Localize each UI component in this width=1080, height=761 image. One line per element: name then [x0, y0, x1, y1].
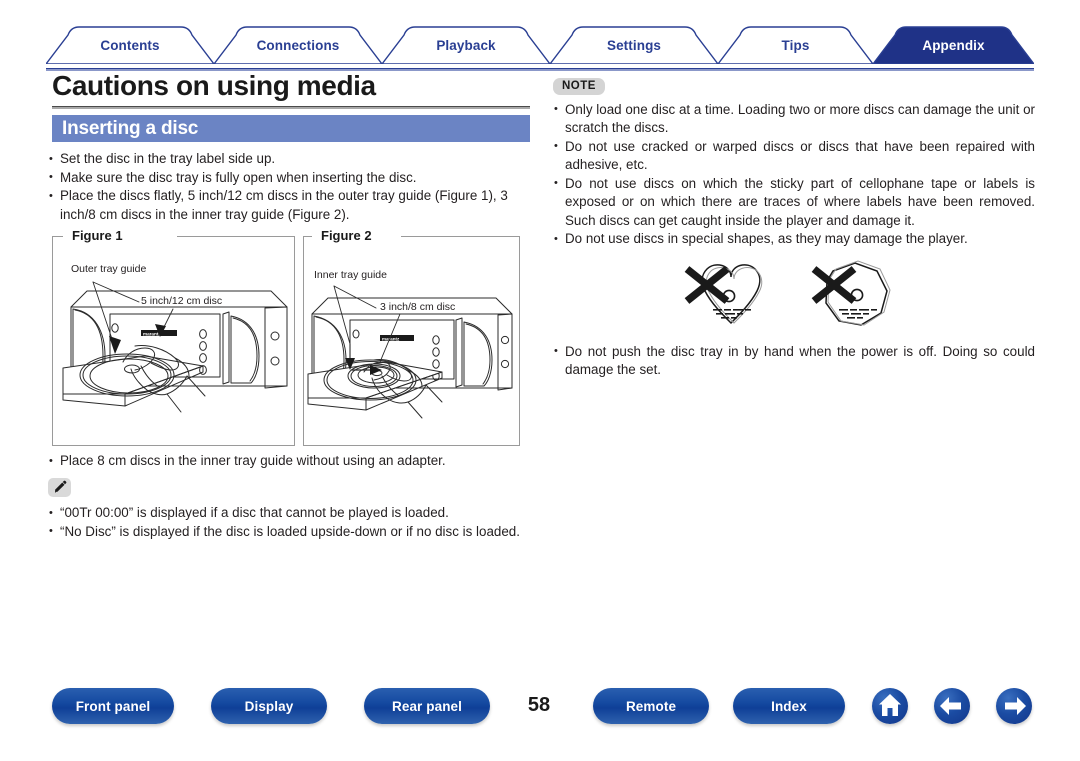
tip-bullet-list: “00Tr 00:00” is displayed if a disc that…: [48, 504, 534, 541]
octagon-shaped-disc: [825, 259, 891, 326]
nav-arrow-right-button[interactable]: [996, 688, 1032, 724]
intro-bullet: Set the disc in the tray label side up.: [48, 150, 534, 169]
nav-button-label: Rear panel: [391, 698, 463, 714]
tab-appendix[interactable]: Appendix: [873, 26, 1034, 64]
below-figures-block: Place 8 cm discs in the inner tray guide…: [48, 452, 534, 541]
tab-label: Settings: [606, 37, 662, 53]
figure-2-illustration: marantz Inner tray guide 3 inch/8 cm dis…: [307, 269, 513, 419]
tip-bullet: “No Disc” is displayed if the disc is lo…: [48, 522, 534, 542]
after-figure-bullet-list: Place 8 cm discs in the inner tray guide…: [48, 452, 534, 471]
section-title: Inserting a disc: [62, 117, 199, 139]
tab-contents[interactable]: Contents: [46, 26, 214, 64]
tab-connections[interactable]: Connections: [214, 26, 382, 64]
nav-button-remote[interactable]: Remote: [593, 688, 709, 724]
nav-button-label: Index: [771, 698, 807, 714]
svg-text:marantz: marantz: [382, 336, 400, 341]
tab-label: Connections: [256, 37, 340, 53]
intro-bullet-list: Set the disc in the tray label side up.M…: [48, 150, 534, 224]
tab-label: Playback: [436, 37, 496, 53]
figure-1-callout-disc: 5 inch/12 cm disc: [141, 295, 222, 307]
note-badge: NOTE: [553, 77, 605, 95]
tip-bullet: “00Tr 00:00” is displayed if a disc that…: [48, 504, 534, 523]
forbidden-disc-shapes: [684, 259, 891, 326]
figure-2-callout-guide: Inner tray guide: [314, 269, 387, 281]
after-figure-bullet: Place 8 cm discs in the inner tray guide…: [48, 452, 534, 471]
nav-button-display[interactable]: Display: [211, 688, 327, 724]
intro-bullet: Make sure the disc tray is fully open wh…: [48, 168, 534, 188]
nav-button-index[interactable]: Index: [733, 688, 845, 724]
bottom-navigation: 58 Front panel Display Rear panel Remote Ind…: [0, 688, 1080, 732]
tab-label: Appendix: [922, 37, 985, 53]
note-bullet: Only load one disc at a time. Loading tw…: [553, 100, 1035, 138]
figure-group: Figure 1 marantz Outer tray guide 5 inch…: [52, 228, 520, 446]
figure-2-box: Figure 2 marantz Inner tray guide 3 inch…: [303, 228, 520, 446]
note-bullet: Do not push the disc tray in by hand whe…: [553, 342, 1035, 380]
figure-1-illustration: marantz Outer tray guide 5 inch/12 cm di…: [62, 263, 288, 413]
tab-strip: Contents Connections Playback Settings Tips A…: [46, 24, 1034, 70]
section-header: Inserting a disc: [52, 115, 530, 142]
tab-label: Contents: [100, 37, 160, 53]
note-bullet-list-top: Only load one disc at a time. Loading tw…: [553, 100, 1035, 249]
figure-1-callout-guide: Outer tray guide: [71, 263, 146, 275]
nav-button-label: Remote: [625, 698, 677, 714]
right-column: NOTE Only load one disc at a time. Loadi…: [553, 76, 1035, 380]
intro-bullet: Place the discs flatly, 5 inch/12 cm dis…: [48, 187, 534, 224]
page-number: 58: [527, 694, 551, 716]
arrow-right-icon: [1005, 697, 1026, 715]
figure-1-box: Figure 1 marantz Outer tray guide 5 inch…: [52, 228, 295, 446]
note-bullet: Do not use discs on which the sticky par…: [553, 174, 1035, 231]
home-icon: [879, 694, 901, 716]
page-title: Cautions on using media: [52, 70, 376, 101]
pencil-glyph: [54, 480, 66, 493]
special-shape-figure: [553, 259, 1035, 343]
figure-2-callout-disc: 3 inch/8 cm disc: [380, 301, 455, 313]
title-divider: [52, 106, 530, 109]
left-column: Set the disc in the tray label side up.M…: [48, 150, 534, 224]
nav-button-label: Display: [244, 698, 294, 714]
nav-button-front-panel[interactable]: Front panel: [52, 688, 174, 724]
tab-label: Tips: [781, 37, 810, 53]
note-bullet: Do not use discs in special shapes, as t…: [553, 230, 1035, 249]
note-bullet: Do not use cracked or warped discs or di…: [553, 137, 1035, 175]
nav-button-label: Front panel: [75, 698, 151, 714]
nav-arrow-left-button[interactable]: [934, 688, 970, 724]
heart-shaped-disc: [701, 263, 763, 324]
tab-settings[interactable]: Settings: [550, 26, 718, 64]
tab-bar: Contents Connections Playback Settings Tips A…: [0, 24, 1080, 71]
tab-playback[interactable]: Playback: [382, 26, 550, 64]
arrow-left-icon: [940, 697, 961, 715]
note-bullet-list-bottom: Do not push the disc tray in by hand whe…: [553, 342, 1035, 380]
nav-home-button[interactable]: [872, 688, 908, 724]
tab-tips[interactable]: Tips: [718, 26, 873, 64]
pencil-icon: [48, 477, 71, 497]
nav-button-rear-panel[interactable]: Rear panel: [364, 688, 490, 724]
